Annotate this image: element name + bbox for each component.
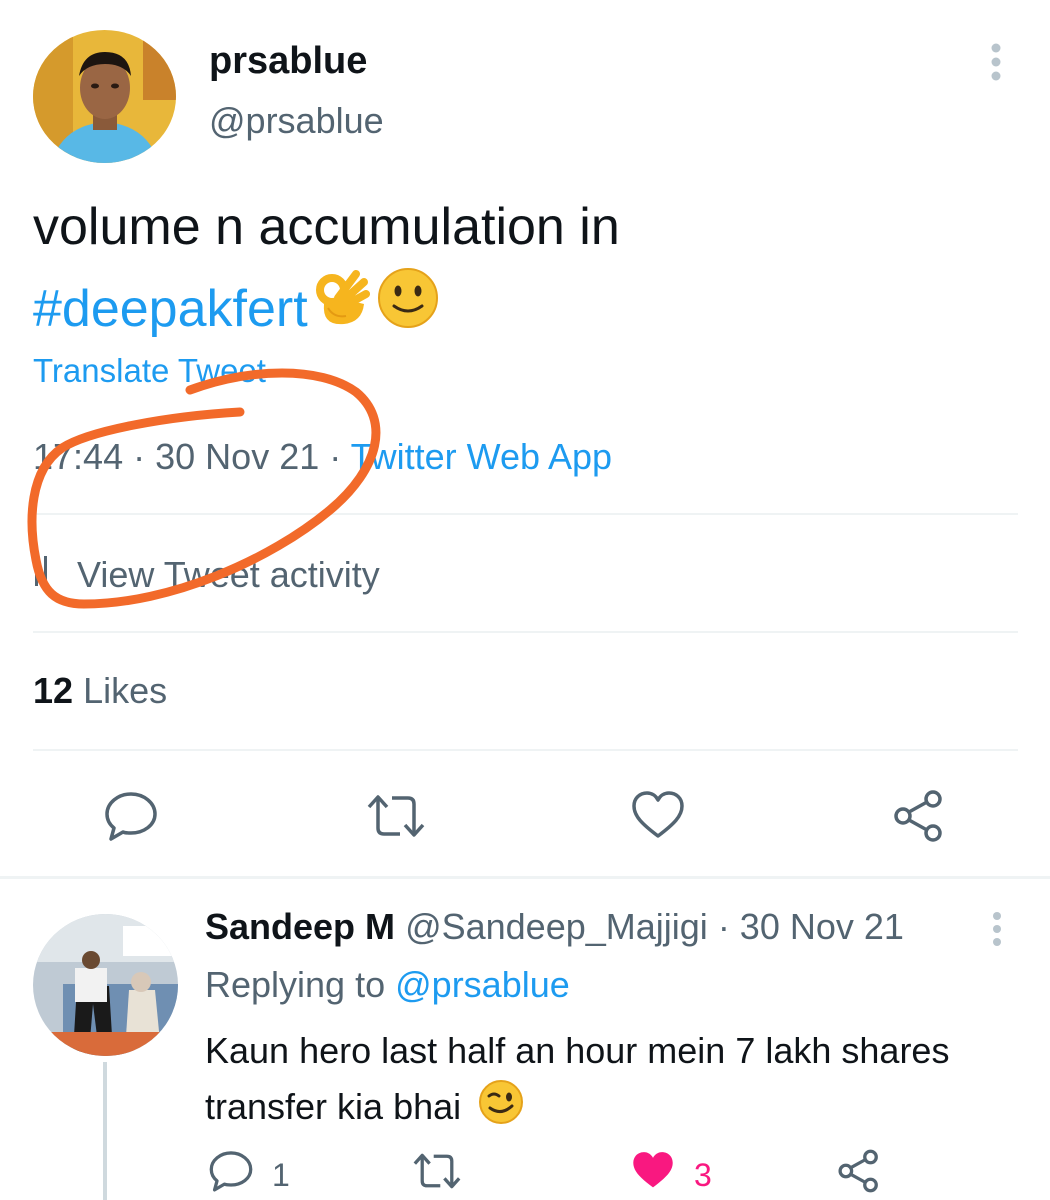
author-avatar[interactable] (33, 30, 176, 163)
divider (33, 749, 1018, 751)
thread-line (103, 1062, 107, 1200)
translate-tweet-link[interactable]: Translate Tweet (33, 352, 266, 390)
heart-icon[interactable] (630, 788, 686, 844)
divider (33, 513, 1018, 515)
reply-reply-action[interactable]: 1 (208, 1150, 290, 1200)
ok-hand-emoji (314, 268, 370, 350)
divider (33, 631, 1018, 633)
smile-emoji (376, 266, 440, 352)
reply-author-avatar[interactable] (33, 914, 178, 1056)
author-display-name[interactable]: prsablue (209, 40, 367, 83)
reply-text: Kaun hero last half an hour mein 7 lakh … (205, 1024, 1005, 1141)
likes-count[interactable]: 12 Likes (33, 670, 167, 712)
replying-prefix: Replying to (205, 964, 386, 1005)
more-icon[interactable] (982, 42, 1010, 86)
replying-mention-link[interactable]: @prsablue (395, 964, 570, 1005)
author-handle[interactable]: @prsablue (209, 100, 384, 142)
tweet-meta: 17:44 · 30 Nov 21 · Twitter Web App (33, 436, 612, 478)
reply-like-count: 3 (694, 1156, 712, 1193)
tweet-text-line: volume n accumulation in (33, 198, 620, 256)
retweet-icon (412, 1148, 462, 1200)
reply-display-name[interactable]: Sandeep M (205, 906, 395, 947)
reply-header: Sandeep M @Sandeep_Majjigi · 30 Nov 21 (205, 906, 904, 948)
meta-separator: · (133, 436, 146, 477)
view-tweet-activity[interactable]: View Tweet activity (33, 552, 380, 597)
reply-share-action[interactable] (836, 1148, 882, 1200)
meta-separator: · (329, 436, 342, 477)
chart-icon (33, 552, 59, 597)
more-icon[interactable] (985, 910, 1009, 950)
reply-icon (208, 1148, 254, 1200)
tweet-source-link[interactable]: Twitter Web App (351, 436, 612, 477)
share-icon[interactable] (891, 788, 947, 844)
likes-label: Likes (83, 670, 168, 711)
tweet-time[interactable]: 17:44 (33, 436, 123, 477)
reply-like-action[interactable]: 3 (630, 1150, 712, 1200)
reply-retweet-action[interactable] (412, 1150, 462, 1200)
replying-to: Replying to @prsablue (205, 964, 570, 1006)
section-separator (0, 876, 1050, 879)
tweet-text: volume n accumulation in #deepakfert (33, 188, 1013, 352)
reply-date[interactable]: · 30 Nov 21 (718, 906, 904, 947)
reply-icon[interactable] (103, 788, 159, 844)
likes-number: 12 (33, 670, 74, 711)
wink-emoji (477, 1078, 525, 1141)
share-icon (836, 1148, 882, 1200)
heart-icon (630, 1148, 676, 1200)
reply-text-body: Kaun hero last half an hour mein 7 lakh … (205, 1030, 950, 1128)
hashtag-link[interactable]: #deepakfert (33, 270, 308, 348)
retweet-icon[interactable] (366, 788, 425, 844)
reply-handle[interactable]: @Sandeep_Majjigi (405, 906, 708, 947)
view-tweet-activity-label: View Tweet activity (77, 553, 380, 595)
reply-count: 1 (272, 1156, 290, 1193)
tweet-date[interactable]: 30 Nov 21 (155, 436, 319, 477)
